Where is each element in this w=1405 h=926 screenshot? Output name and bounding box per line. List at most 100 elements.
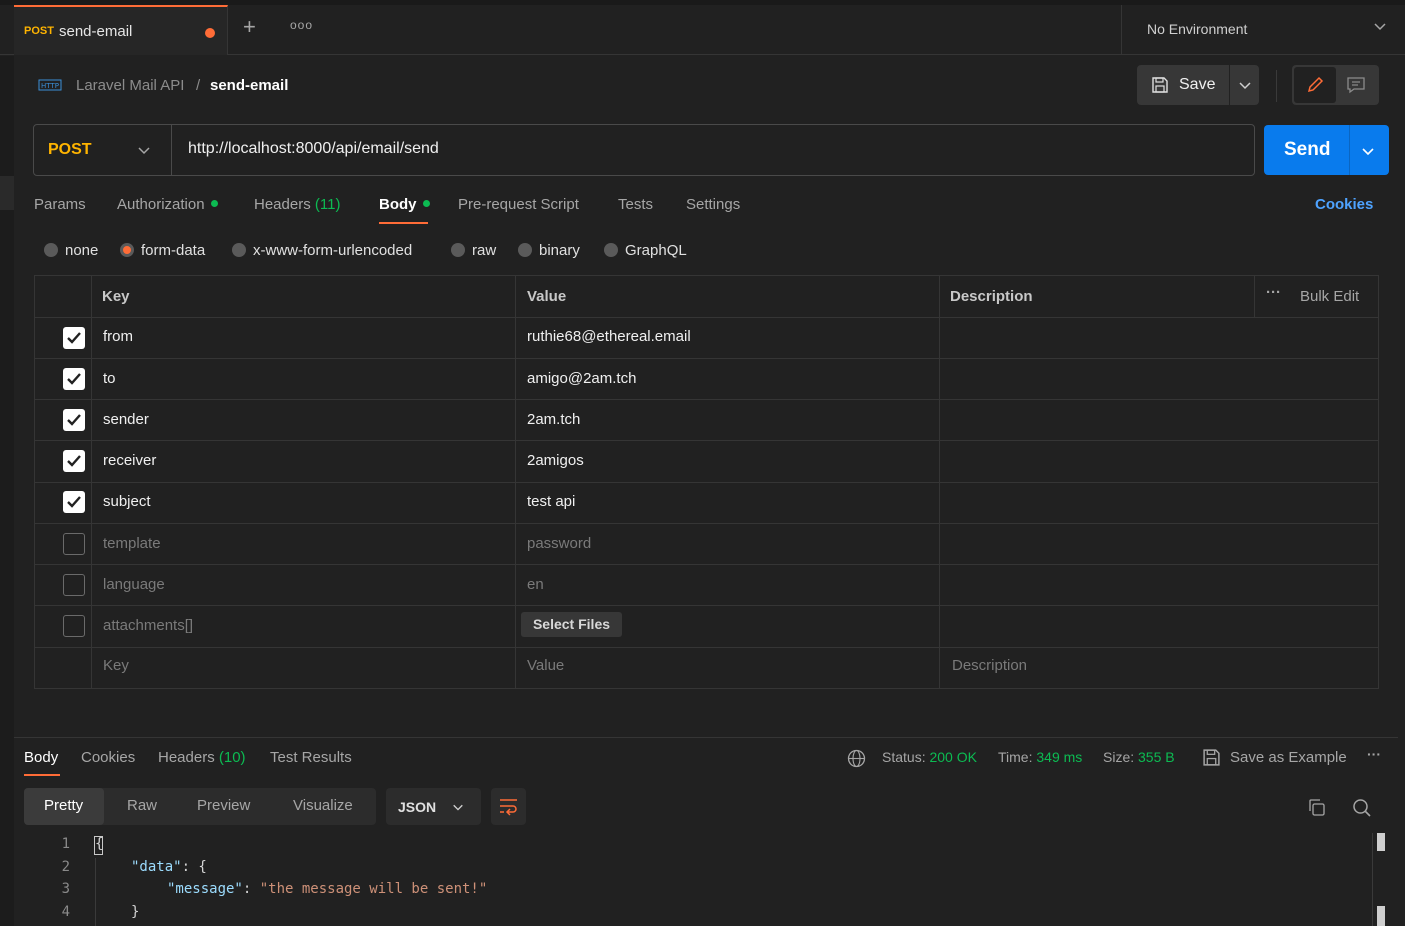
breadcrumb-request[interactable]: send-email [210, 77, 288, 94]
editor-scrollbar-thumb[interactable] [1377, 906, 1385, 926]
row-checkbox[interactable] [63, 368, 85, 390]
row-key[interactable]: template [103, 535, 161, 552]
chevron-down-icon[interactable] [1238, 78, 1252, 92]
request-tab[interactable]: POST send-email [14, 5, 228, 55]
unsaved-dot [205, 28, 215, 38]
radio-graphql[interactable]: GraphQL [604, 242, 687, 259]
line-number: 2 [61, 859, 70, 875]
globe-icon[interactable] [847, 749, 866, 768]
new-tab-plus-icon[interactable]: + [243, 16, 256, 38]
json-key-data: "data" [131, 859, 182, 875]
response-tab-test-results[interactable]: Test Results [270, 749, 352, 766]
environment-selector[interactable]: No Environment [1121, 5, 1405, 55]
status-dot [422, 199, 430, 207]
tab-more-icon[interactable]: ooo [290, 18, 313, 32]
headers-count: (11) [314, 196, 341, 213]
row-key[interactable]: receiver [103, 452, 156, 469]
response-time[interactable]: Time: 349 ms [998, 749, 1082, 765]
language-select[interactable]: JSON [386, 788, 481, 825]
row-key[interactable]: attachments[] [103, 617, 193, 634]
wrap-lines-button[interactable] [491, 788, 526, 825]
bulk-edit-button[interactable]: Bulk Edit [1300, 288, 1359, 305]
radio-none[interactable]: none [44, 242, 98, 259]
row-checkbox[interactable] [63, 491, 85, 513]
row-key[interactable]: sender [103, 411, 149, 428]
row-value[interactable]: en [527, 576, 544, 593]
tab-params[interactable]: Params [34, 196, 86, 213]
row-value[interactable]: amigo@2am.tch [527, 370, 636, 387]
radio-raw[interactable]: raw [451, 242, 496, 259]
row-key[interactable]: subject [103, 493, 151, 510]
environment-label: No Environment [1147, 21, 1248, 37]
column-header-value: Value [527, 288, 567, 305]
row-divider [35, 317, 1378, 318]
new-description-input[interactable]: Description [952, 657, 1027, 674]
code-line-3: "message": "the message will be sent!" [167, 881, 487, 897]
tab-tests[interactable]: Tests [618, 196, 653, 213]
row-value[interactable]: 2am.tch [527, 411, 580, 428]
radio-form-data[interactable]: form-data [120, 242, 205, 259]
radio-form-data-label: form-data [141, 242, 206, 259]
select-files-button[interactable]: Select Files [521, 612, 622, 637]
row-checkbox[interactable] [63, 533, 85, 555]
status-dot [210, 199, 218, 207]
response-tab-headers[interactable]: Headers (10) [158, 749, 246, 766]
row-checkbox[interactable] [63, 574, 85, 596]
row-key[interactable]: to [103, 370, 116, 387]
active-tab-underline [24, 774, 60, 776]
response-more-icon[interactable]: ··· [1367, 746, 1381, 762]
format-raw[interactable]: Raw [127, 797, 157, 814]
format-visualize[interactable]: Visualize [293, 797, 353, 814]
method-select[interactable]: POST [34, 125, 172, 175]
row-divider [35, 647, 1378, 648]
row-value[interactable]: test api [527, 493, 575, 510]
editor-scrollbar-thumb[interactable] [1377, 833, 1385, 851]
active-tab-underline [379, 222, 428, 224]
url-input[interactable]: http://localhost:8000/api/email/send [188, 140, 439, 158]
cookies-link[interactable]: Cookies [1315, 196, 1373, 213]
tab-headers[interactable]: Headers (11) [254, 196, 340, 213]
json-string-message: "the message will be sent!" [259, 881, 488, 897]
format-pretty[interactable]: Pretty [44, 797, 83, 814]
response-tab-body[interactable]: Body [24, 749, 58, 766]
tab-pre-request-script[interactable]: Pre-request Script [458, 196, 579, 213]
tab-settings[interactable]: Settings [686, 196, 740, 213]
comment-icon[interactable] [1346, 76, 1366, 94]
tab-authorization[interactable]: Authorization [117, 196, 218, 213]
row-divider [35, 358, 1378, 359]
new-key-input[interactable]: Key [103, 657, 129, 674]
tab-body[interactable]: Body [379, 196, 430, 213]
save-button[interactable]: Save [1137, 65, 1259, 105]
save-as-example-button[interactable]: Save as Example [1230, 749, 1347, 766]
format-tabs: Pretty Raw Preview Visualize [24, 788, 376, 825]
row-checkbox[interactable] [63, 409, 85, 431]
size-value: 355 B [1138, 749, 1175, 765]
tab-headers-label: Headers [254, 196, 311, 213]
row-value[interactable]: ruthie68@ethereal.email [527, 328, 691, 345]
row-key[interactable]: language [103, 576, 165, 593]
radio-binary-label: binary [539, 242, 580, 259]
radio-urlencoded-label: x-www-form-urlencoded [253, 242, 413, 259]
response-headers-count: (10) [218, 749, 246, 766]
radio-binary[interactable]: binary [518, 242, 580, 259]
radio-urlencoded[interactable]: x-www-form-urlencoded [232, 242, 412, 259]
breadcrumb-collection[interactable]: Laravel Mail API [76, 77, 184, 94]
table-more-icon[interactable]: ··· [1266, 284, 1281, 301]
format-preview[interactable]: Preview [197, 797, 250, 814]
row-checkbox[interactable] [63, 450, 85, 472]
response-status[interactable]: Status: 200 OK [882, 749, 977, 765]
row-value[interactable]: password [527, 535, 591, 552]
edit-button[interactable] [1294, 67, 1336, 103]
row-value[interactable]: 2amigos [527, 452, 584, 469]
svg-text:HTTP: HTTP [41, 82, 59, 90]
response-tab-cookies[interactable]: Cookies [81, 749, 135, 766]
search-icon[interactable] [1352, 798, 1372, 818]
row-checkbox[interactable] [63, 327, 85, 349]
copy-icon[interactable] [1307, 798, 1326, 817]
send-button[interactable]: Send [1264, 125, 1389, 175]
response-size[interactable]: Size: 355 B [1103, 749, 1175, 765]
new-value-input[interactable]: Value [527, 657, 564, 674]
row-key[interactable]: from [103, 328, 133, 345]
row-checkbox[interactable] [63, 615, 85, 637]
chevron-down-icon[interactable] [1361, 144, 1375, 158]
